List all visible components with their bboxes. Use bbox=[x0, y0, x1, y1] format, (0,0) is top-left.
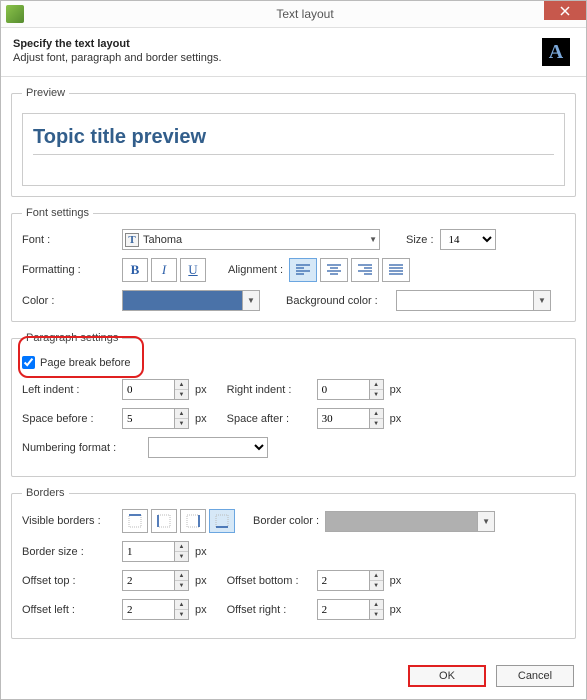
font-settings-group: Font settings Font : T Tahoma ▼ Size : 1… bbox=[11, 207, 576, 322]
italic-button[interactable]: I bbox=[151, 258, 177, 282]
align-center-button[interactable] bbox=[320, 258, 348, 282]
border-color-picker[interactable]: ▼ bbox=[325, 511, 495, 532]
border-top-button[interactable] bbox=[122, 509, 148, 533]
paragraph-legend: Paragraph settings bbox=[22, 332, 122, 344]
space-after-label: Space after : bbox=[227, 413, 317, 425]
left-indent-label: Left indent : bbox=[22, 384, 122, 396]
unit-px: px bbox=[390, 575, 402, 587]
app-icon bbox=[6, 5, 24, 23]
offset-right-label: Offset right : bbox=[227, 604, 317, 616]
underline-button[interactable]: U bbox=[180, 258, 206, 282]
offset-bottom-input[interactable]: ▲▼ bbox=[317, 570, 384, 591]
header-title: Specify the text layout bbox=[13, 38, 542, 50]
space-before-label: Space before : bbox=[22, 413, 122, 425]
size-select[interactable]: 14 bbox=[440, 229, 496, 250]
font-label: Font : bbox=[22, 234, 122, 246]
offset-right-input[interactable]: ▲▼ bbox=[317, 599, 384, 620]
bold-button[interactable]: B bbox=[122, 258, 148, 282]
border-size-label: Border size : bbox=[22, 546, 122, 558]
alignment-label: Alignment : bbox=[228, 264, 283, 276]
color-swatch-fill bbox=[123, 291, 242, 310]
cancel-button[interactable]: Cancel bbox=[496, 665, 574, 687]
chevron-down-icon: ▼ bbox=[369, 235, 377, 244]
unit-px: px bbox=[195, 384, 207, 396]
align-left-button[interactable] bbox=[289, 258, 317, 282]
font-legend: Font settings bbox=[22, 207, 93, 219]
page-break-checkbox[interactable] bbox=[22, 356, 35, 369]
titlebar: Text layout bbox=[1, 1, 586, 28]
chevron-down-icon: ▼ bbox=[533, 291, 550, 310]
color-picker[interactable]: ▼ bbox=[122, 290, 260, 311]
numbering-select[interactable] bbox=[148, 437, 268, 458]
offset-top-input[interactable]: ▲▼ bbox=[122, 570, 189, 591]
paragraph-settings-group: Paragraph settings Page break before Lef… bbox=[11, 332, 576, 477]
formatting-label: Formatting : bbox=[22, 264, 122, 276]
space-before-input[interactable]: ▲▼ bbox=[122, 408, 189, 429]
chevron-down-icon: ▼ bbox=[242, 291, 259, 310]
unit-px: px bbox=[195, 413, 207, 425]
chevron-down-icon: ▼ bbox=[477, 512, 494, 531]
window-title: Text layout bbox=[24, 7, 586, 21]
dialog-window: Text layout Specify the text layout Adju… bbox=[0, 0, 587, 700]
border-right-button[interactable] bbox=[180, 509, 206, 533]
right-indent-label: Right indent : bbox=[227, 384, 317, 396]
header-subtitle: Adjust font, paragraph and border settin… bbox=[13, 52, 542, 64]
unit-px: px bbox=[390, 384, 402, 396]
align-right-button[interactable] bbox=[351, 258, 379, 282]
borders-group: Borders Visible borders : Border color :… bbox=[11, 487, 576, 639]
text-layout-icon: A bbox=[542, 38, 570, 66]
unit-px: px bbox=[390, 604, 402, 616]
border-left-button[interactable] bbox=[151, 509, 177, 533]
space-after-input[interactable]: ▲▼ bbox=[317, 408, 384, 429]
page-break-label: Page break before bbox=[40, 357, 131, 369]
bgcolor-picker[interactable]: ▼ bbox=[396, 290, 551, 311]
header: Specify the text layout Adjust font, par… bbox=[1, 28, 586, 77]
left-indent-input[interactable]: ▲▼ bbox=[122, 379, 189, 400]
size-label: Size : bbox=[406, 234, 434, 246]
borders-legend: Borders bbox=[22, 487, 69, 499]
offset-left-input[interactable]: ▲▼ bbox=[122, 599, 189, 620]
close-button[interactable] bbox=[544, 1, 586, 20]
close-icon bbox=[560, 6, 570, 16]
numbering-label: Numbering format : bbox=[22, 442, 148, 454]
unit-px: px bbox=[390, 413, 402, 425]
right-indent-input[interactable]: ▲▼ bbox=[317, 379, 384, 400]
preview-group: Preview Topic title preview bbox=[11, 87, 576, 197]
unit-px: px bbox=[195, 546, 207, 558]
border-size-input[interactable]: ▲▼ bbox=[122, 541, 189, 562]
preview-text: Topic title preview bbox=[33, 126, 554, 155]
font-value: Tahoma bbox=[143, 234, 369, 246]
bgcolor-label: Background color : bbox=[286, 295, 390, 307]
preview-box: Topic title preview bbox=[22, 113, 565, 186]
offset-left-label: Offset left : bbox=[22, 604, 122, 616]
color-label: Color : bbox=[22, 295, 122, 307]
visible-borders-label: Visible borders : bbox=[22, 515, 122, 527]
border-color-fill bbox=[326, 512, 477, 531]
font-select[interactable]: T Tahoma ▼ bbox=[122, 229, 380, 250]
footer: OK Cancel bbox=[1, 655, 586, 699]
border-bottom-button[interactable] bbox=[209, 509, 235, 533]
align-justify-button[interactable] bbox=[382, 258, 410, 282]
offset-top-label: Offset top : bbox=[22, 575, 122, 587]
preview-legend: Preview bbox=[22, 87, 69, 99]
bgcolor-swatch-fill bbox=[397, 291, 533, 310]
truetype-icon: T bbox=[125, 233, 139, 247]
ok-button[interactable]: OK bbox=[408, 665, 486, 687]
border-color-label: Border color : bbox=[253, 515, 319, 527]
unit-px: px bbox=[195, 604, 207, 616]
offset-bottom-label: Offset bottom : bbox=[227, 575, 317, 587]
unit-px: px bbox=[195, 575, 207, 587]
